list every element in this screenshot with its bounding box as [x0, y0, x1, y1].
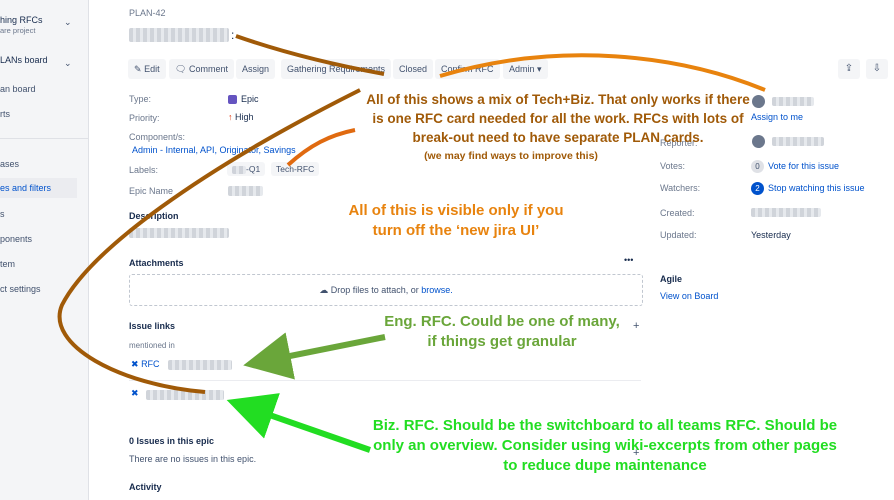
view-on-board-link[interactable]: View on Board: [660, 291, 718, 301]
confirm-rfc-button[interactable]: Confirm RFC: [435, 59, 500, 79]
reporter-redacted: [772, 137, 824, 146]
epic-name-redacted: [228, 186, 263, 196]
annotation-visible-only: All of this is visible only if you turn …: [348, 202, 564, 239]
epic-issues-empty: There are no issues in this epic.: [129, 454, 257, 464]
assignee-redacted: [772, 97, 814, 106]
rfc-link-prefix[interactable]: RFC: [141, 359, 160, 369]
description-heading: Description: [129, 211, 179, 221]
comment-icon: 🗨: [175, 64, 187, 74]
confluence-icon: ✖: [131, 359, 139, 369]
description-redacted: [129, 228, 229, 238]
annotation-tech-biz: All of this shows a mix of Tech+Biz. Tha…: [366, 92, 750, 145]
mentioned-in-label: mentioned in: [129, 341, 175, 350]
votes-label: Votes:: [660, 161, 686, 171]
vote-link[interactable]: Vote for this issue: [768, 161, 839, 171]
label-tag-q1-text: -Q1: [246, 164, 261, 174]
dropzone-text: Drop files to attach, or: [330, 285, 419, 295]
comment-button[interactable]: 🗨 Comment: [169, 59, 234, 79]
type-value: Epic: [228, 94, 259, 105]
links-divider: [129, 380, 641, 381]
edit-label: Edit: [144, 64, 160, 74]
closed-button[interactable]: Closed: [393, 59, 434, 79]
epic-name-label: Epic Name: [129, 186, 174, 196]
components-value[interactable]: Admin - Internal, API, Originator, Savin…: [132, 145, 296, 155]
label-tag-tech-rfc[interactable]: Tech-RFC: [271, 162, 320, 176]
created-label: Created:: [660, 208, 695, 218]
stop-watching-link[interactable]: Stop watching this issue: [768, 183, 865, 193]
type-value-text: Epic: [241, 94, 259, 104]
priority-label: Priority:: [129, 113, 160, 123]
cloud-upload-icon: ☁: [319, 285, 329, 295]
attachment-dropzone[interactable]: ☁ Drop files to attach, or browse.: [129, 274, 643, 306]
label-tag-q1[interactable]: -Q1: [227, 162, 266, 176]
export-icon[interactable]: ⇩: [866, 59, 888, 79]
more-icon[interactable]: •••: [624, 255, 633, 265]
attachments-heading: Attachments: [129, 258, 184, 268]
epic-issues-heading: 0 Issues in this epic: [129, 436, 215, 446]
rfc-link-row[interactable]: ✖ RFC: [131, 359, 160, 370]
admin-label: Admin: [509, 64, 535, 74]
assign-button[interactable]: Assign: [236, 59, 276, 79]
gathering-requirements-button[interactable]: Gathering Requirements: [281, 59, 392, 79]
issue-title-suffix: :: [231, 28, 235, 42]
arrow-up-icon: ↑: [228, 112, 233, 122]
issue-key[interactable]: PLAN-42: [129, 8, 166, 18]
agile-heading: Agile: [660, 274, 683, 284]
updated-value: Yesterday: [751, 230, 791, 240]
votes-row: 0 Vote for this issue: [751, 160, 839, 173]
watchers-label: Watchers:: [660, 183, 701, 193]
watchers-count: 2: [751, 182, 764, 195]
epic-icon: [228, 95, 237, 105]
created-redacted: [751, 208, 821, 217]
biz-rfc-link-redacted[interactable]: [146, 390, 224, 400]
assign-to-me-link[interactable]: Assign to me: [751, 112, 803, 122]
rfc-link-redacted: [168, 360, 232, 370]
browse-link[interactable]: browse.: [421, 285, 453, 295]
updated-label: Updated:: [660, 230, 697, 240]
add-issue-link-icon[interactable]: +: [633, 320, 639, 332]
edit-button[interactable]: ✎ Edit: [128, 59, 166, 79]
confluence-icon: ✖: [131, 388, 139, 398]
labels-label: Labels:: [129, 165, 159, 175]
annotation-eng-rfc: Eng. RFC. Could be one of many, if thing…: [384, 313, 620, 350]
components-label: Component/s:: [129, 132, 186, 142]
admin-button[interactable]: Admin ▾: [503, 59, 548, 79]
activity-heading: Activity: [129, 482, 162, 492]
share-icon[interactable]: ⇪: [838, 59, 860, 79]
annotation-improve: (we may find ways to improve this): [424, 150, 598, 162]
issue-links-heading: Issue links: [129, 321, 176, 331]
priority-value: ↑ High: [228, 112, 254, 122]
annotation-biz-rfc: Biz. RFC. Should be the switchboard to a…: [372, 417, 838, 474]
chevron-down-icon: ▾: [537, 64, 542, 74]
watchers-row: 2 Stop watching this issue: [751, 182, 865, 195]
label-redacted: [232, 165, 246, 174]
pencil-icon: ✎: [134, 64, 142, 74]
votes-count: 0: [751, 160, 764, 173]
issue-title-redacted: [129, 28, 229, 42]
priority-value-text: High: [235, 112, 254, 122]
comment-label: Comment: [188, 64, 228, 74]
type-label: Type:: [129, 94, 152, 104]
